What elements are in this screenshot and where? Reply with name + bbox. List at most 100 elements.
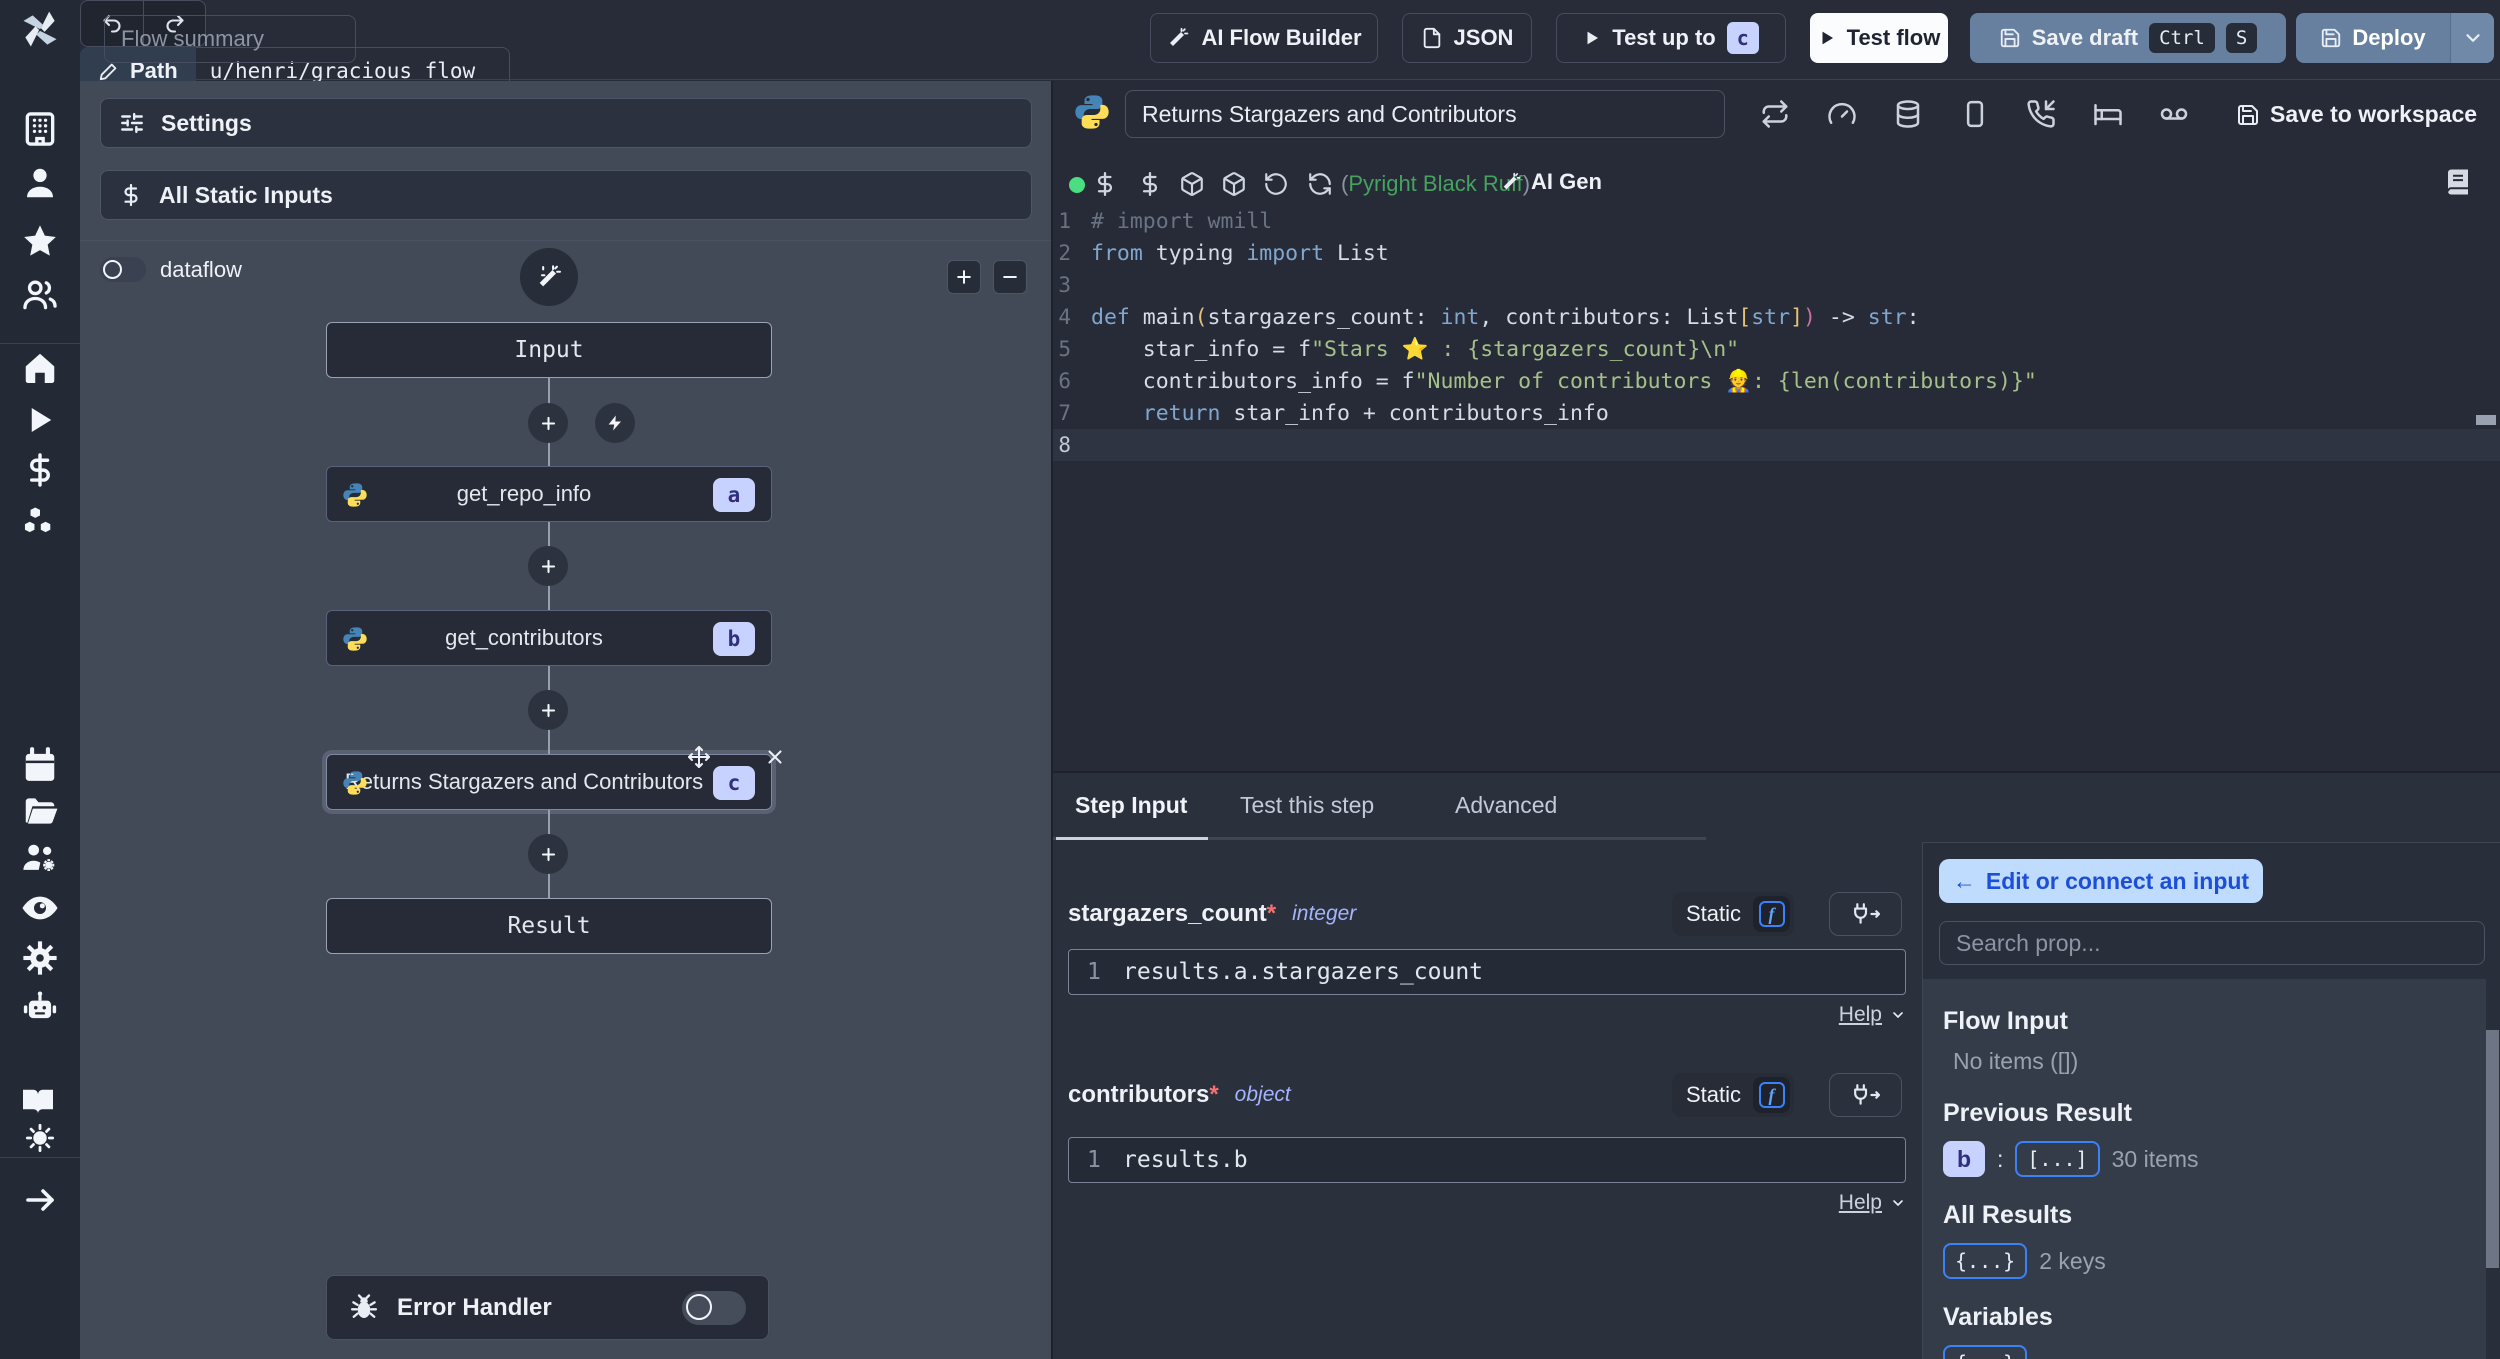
boxes-icon[interactable]	[18, 499, 62, 543]
user-icon[interactable]	[18, 161, 62, 205]
code-line[interactable]: 1 # import wmill	[1053, 205, 2500, 237]
windmill-logo-icon[interactable]	[18, 8, 62, 52]
add-step-button[interactable]	[528, 403, 568, 443]
mock-rectangle-icon[interactable]	[1960, 99, 1990, 129]
retry-repeat-icon[interactable]	[1760, 99, 1790, 129]
ai-wand-button[interactable]	[520, 248, 578, 306]
zoom-out-button[interactable]	[993, 260, 1027, 294]
ai-gen-button[interactable]: AI Gen	[1500, 169, 1602, 195]
object-expand-badge[interactable]: {...}	[1943, 1345, 2028, 1359]
phone-incoming-icon[interactable]	[2026, 99, 2056, 129]
json-button[interactable]: JSON	[1402, 13, 1532, 63]
add-step-button[interactable]	[528, 546, 568, 586]
dollar-icon[interactable]	[18, 448, 62, 492]
robot-icon[interactable]	[18, 985, 62, 1029]
dataflow-toggle[interactable]	[100, 257, 146, 282]
test-flow-button[interactable]: Test flow	[1810, 13, 1948, 63]
help-link[interactable]: Help	[1753, 1191, 1906, 1215]
collapse-arrow-icon[interactable]	[18, 1178, 62, 1222]
result-node[interactable]: Result	[326, 898, 772, 954]
step-name-input[interactable]	[1125, 90, 1725, 138]
ai-flow-builder-button[interactable]: AI Flow Builder	[1150, 13, 1378, 63]
static-mode-toggle[interactable]: Static f	[1672, 892, 1794, 936]
bug-icon	[349, 1293, 379, 1323]
zoom-in-button[interactable]	[947, 260, 981, 294]
error-handler-toggle[interactable]	[682, 1290, 746, 1325]
flow-summary-input[interactable]	[104, 15, 356, 63]
package-icon[interactable]	[1221, 171, 1247, 197]
dollar-icon[interactable]	[1137, 171, 1163, 197]
input-node[interactable]: Input	[326, 322, 772, 378]
expr-input-stargazers[interactable]: 1 results.a.stargazers_count	[1068, 949, 1906, 995]
step-node-b[interactable]: get_contributors b	[326, 610, 772, 666]
calendar-icon[interactable]	[18, 743, 62, 787]
sleep-bed-icon[interactable]	[2093, 99, 2123, 129]
delete-node-icon[interactable]	[760, 742, 790, 772]
settings-button[interactable]: Settings	[100, 98, 1032, 148]
folder-open-icon[interactable]	[18, 789, 62, 833]
tab-test-this-step[interactable]: Test this step	[1240, 773, 1374, 837]
function-mode-segment[interactable]: f	[1753, 1077, 1790, 1113]
code-line[interactable]: 5 star_info = f "Stars ⭐ : {stargazers_co…	[1053, 333, 2500, 365]
test-up-to-button[interactable]: Test up to c	[1556, 13, 1786, 63]
add-step-button[interactable]	[528, 690, 568, 730]
panel-scrollbar-thumb[interactable]	[2486, 1030, 2499, 1268]
code-area[interactable]: 1 # import wmill 2 from typing import List 3…	[1053, 205, 2500, 771]
users-settings-icon[interactable]	[18, 836, 62, 880]
connect-input-plug-button[interactable]	[1829, 1073, 1902, 1117]
home-icon[interactable]	[18, 346, 62, 390]
building-icon[interactable]	[18, 107, 62, 151]
all-static-inputs-button[interactable]: All Static Inputs	[100, 170, 1032, 220]
dataflow-label: dataflow	[160, 257, 242, 282]
trigger-bolt-button[interactable]	[595, 403, 635, 443]
error-handler[interactable]: Error Handler	[326, 1275, 769, 1340]
tab-advanced[interactable]: Advanced	[1455, 773, 1557, 837]
code-line[interactable]: 8	[1053, 429, 2500, 461]
eye-icon[interactable]	[18, 886, 62, 930]
test-up-to-step-badge: c	[1726, 22, 1759, 54]
users-icon[interactable]	[18, 273, 62, 317]
code-line[interactable]: 3	[1053, 269, 2500, 301]
code-line[interactable]: 6 contributors_info = f "Number of contri…	[1053, 365, 2500, 397]
edit-or-connect-button[interactable]: ← Edit or connect an input	[1939, 859, 2263, 903]
play-icon	[1583, 29, 1601, 47]
library-book-icon[interactable]	[2443, 167, 2473, 197]
dollar-icon[interactable]	[1092, 171, 1118, 197]
object-expand-badge[interactable]: {...}	[1943, 1243, 2028, 1279]
python-icon	[1072, 92, 1112, 132]
help-link[interactable]: Help	[1753, 1003, 1906, 1027]
deploy-dropdown-button[interactable]	[2450, 13, 2494, 63]
sun-icon[interactable]	[22, 1120, 58, 1156]
save-draft-button[interactable]: Save draft Ctrl S	[1970, 13, 2286, 63]
star-icon[interactable]	[18, 220, 62, 264]
gear-icon[interactable]	[18, 936, 62, 980]
voicemail-loop-icon[interactable]	[2159, 99, 2189, 129]
array-expand-badge[interactable]: [...]	[2015, 1141, 2100, 1177]
book-open-icon[interactable]	[18, 1083, 58, 1119]
move-node-icon[interactable]	[684, 742, 714, 772]
connect-input-plug-button[interactable]	[1829, 892, 1902, 936]
code-line[interactable]: 2 from typing import List	[1053, 237, 2500, 269]
connect-input-panel: ← Edit or connect an input Flow Input No…	[1922, 842, 2500, 1359]
gauge-icon[interactable]	[1827, 99, 1857, 129]
expr-input-contributors[interactable]: 1 results.b	[1068, 1137, 1906, 1183]
static-mode-toggle[interactable]: Static f	[1672, 1073, 1794, 1117]
step-node-a[interactable]: get_repo_info a	[326, 466, 772, 522]
save-to-workspace-button[interactable]: Save to workspace	[2236, 101, 2477, 128]
editor-scrollbar-thumb[interactable]	[2476, 415, 2496, 425]
database-cache-icon[interactable]	[1893, 99, 1923, 129]
package-icon[interactable]	[1179, 171, 1205, 197]
refresh-cw-icon[interactable]	[1307, 171, 1333, 197]
search-prop-input[interactable]	[1939, 921, 2485, 965]
code-line[interactable]: 7 return star_info + contributors_info	[1053, 397, 2500, 429]
play-icon[interactable]	[18, 398, 62, 442]
function-mode-segment[interactable]: f	[1753, 896, 1790, 932]
deploy-button[interactable]: Deploy	[2296, 13, 2450, 63]
add-step-button[interactable]	[528, 834, 568, 874]
step-b-badge[interactable]: b	[1943, 1141, 1985, 1177]
rotate-ccw-icon[interactable]	[1263, 171, 1289, 197]
code-line[interactable]: 4 def main(stargazers_count: int, contrib…	[1053, 301, 2500, 333]
field-name: contributors	[1068, 1081, 1210, 1108]
deploy-label: Deploy	[2352, 25, 2426, 50]
tab-step-input[interactable]: Step Input	[1075, 773, 1187, 837]
